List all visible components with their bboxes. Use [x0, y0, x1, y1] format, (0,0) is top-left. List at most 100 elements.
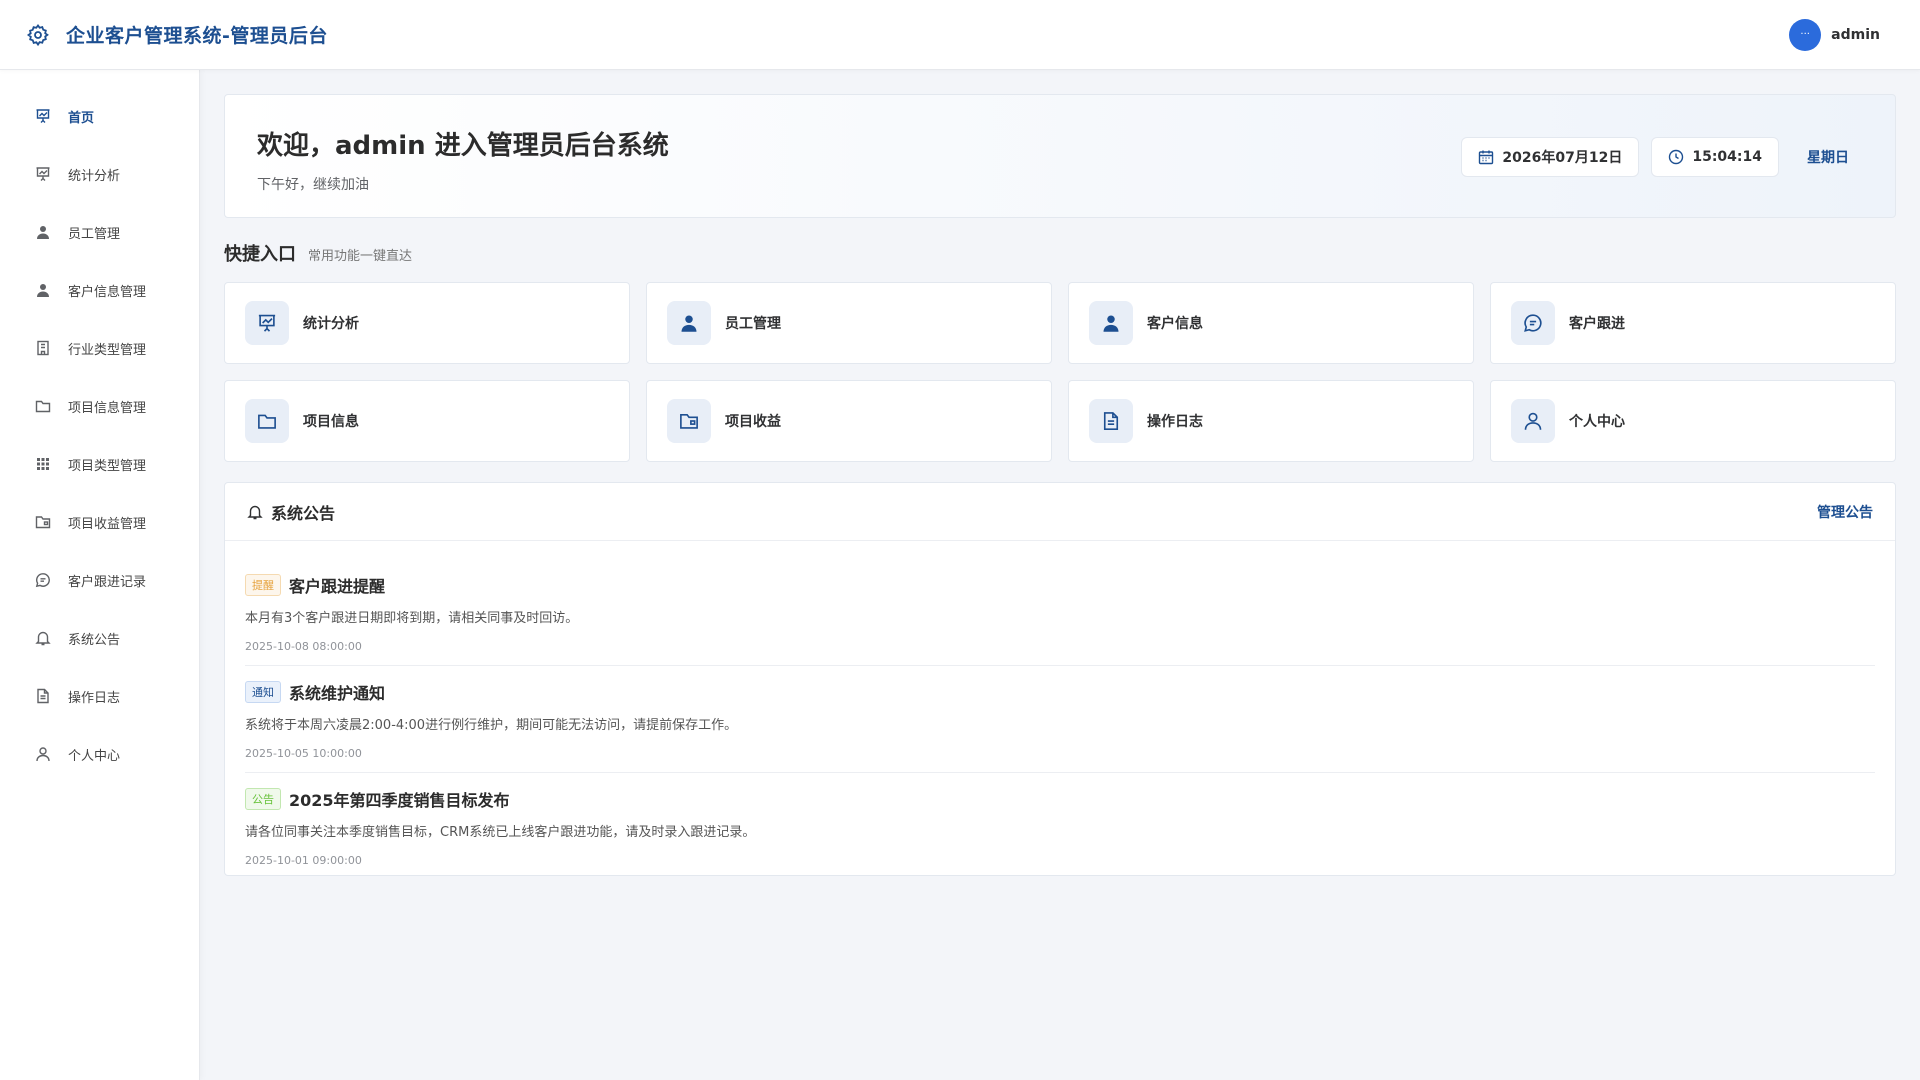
sidebar-item-project-types[interactable]: 项目类型管理: [0, 435, 199, 493]
user-outline-icon: [1511, 399, 1555, 443]
quick-card-operation-log[interactable]: 操作日志: [1068, 380, 1474, 462]
quick-card-label: 项目信息: [303, 414, 359, 430]
sidebar-item-industry-types[interactable]: 行业类型管理: [0, 319, 199, 377]
sidebar-item-label: 操作日志: [68, 690, 121, 706]
time-pill: 15:04:14: [1651, 137, 1779, 177]
sidebar-item-announcements[interactable]: 系统公告: [0, 609, 199, 667]
announcement-time: 2025-10-01 09:00:00: [245, 854, 362, 867]
building-icon: [34, 339, 52, 357]
manage-announcements-link[interactable]: 管理公告: [1817, 502, 1873, 522]
main-content: 欢迎，admin 进入管理员后台系统 下午好，继续加油 2026年07月12日 …: [224, 94, 1896, 876]
sidebar-item-profile[interactable]: 个人中心: [0, 725, 199, 783]
quick-card-projects[interactable]: 项目信息: [224, 380, 630, 462]
sidebar-item-label: 行业类型管理: [68, 342, 147, 358]
quick-card-employees[interactable]: 员工管理: [646, 282, 1052, 364]
username[interactable]: admin: [1831, 27, 1880, 43]
quick-entry-header: 快捷入口 常用功能一键直达: [224, 240, 1896, 266]
announcement-title: 2025年第四季度销售目标发布: [289, 791, 510, 810]
quick-card-label: 统计分析: [303, 316, 359, 332]
sidebar-item-follow-up[interactable]: 客户跟进记录: [0, 551, 199, 609]
quick-card-label: 操作日志: [1147, 414, 1203, 430]
quick-card-label: 个人中心: [1569, 414, 1625, 430]
sidebar-item-projects[interactable]: 项目信息管理: [0, 377, 199, 435]
sidebar-item-label: 系统公告: [68, 632, 121, 648]
sidebar-item-label: 项目收益管理: [68, 516, 147, 532]
announcement-item[interactable]: 公告 2025年第四季度销售目标发布 请各位同事关注本季度销售目标，CRM系统已…: [245, 773, 1875, 879]
folder-icon: [34, 397, 52, 415]
bell-icon: [247, 504, 263, 520]
presentation-chart-icon: [34, 165, 52, 183]
announcement-tag: 提醒: [245, 574, 281, 596]
app-title: 企业客户管理系统-管理员后台: [66, 25, 328, 47]
announcement-item[interactable]: 通知 系统维护通知 系统将于本周六凌晨2:00-4:00进行例行维护，期间可能无…: [245, 666, 1875, 773]
date-pill: 2026年07月12日: [1461, 137, 1640, 177]
sidebar-item-label: 个人中心: [68, 748, 121, 764]
quick-card-label: 项目收益: [725, 414, 781, 430]
sidebar-item-label: 员工管理: [68, 226, 121, 242]
announcements-title: 系统公告: [271, 503, 336, 523]
announcement-desc: 请各位同事关注本季度销售目标，CRM系统已上线客户跟进功能，请及时录入跟进记录。: [245, 825, 756, 840]
avatar[interactable]: ···: [1789, 18, 1822, 51]
calendar-icon: [1478, 149, 1494, 165]
welcome-subtitle: 下午好，继续加油: [257, 177, 369, 193]
chat-icon: [34, 571, 52, 589]
time-text: 15:04:14: [1692, 149, 1762, 165]
clock-icon: [1668, 149, 1684, 165]
bell-icon: [34, 629, 52, 647]
gear-icon: [24, 21, 52, 49]
sidebar-item-employees[interactable]: 员工管理: [0, 203, 199, 261]
quick-card-profile[interactable]: 个人中心: [1490, 380, 1896, 462]
sidebar-item-label: 项目类型管理: [68, 458, 147, 474]
grid-icon: [34, 455, 52, 473]
sidebar-item-label: 首页: [68, 110, 95, 126]
folder-icon: [245, 399, 289, 443]
user-menu[interactable]: ··· admin: [1789, 18, 1880, 51]
document-icon: [34, 687, 52, 705]
presentation-chart-icon: [34, 107, 52, 125]
quick-card-customers[interactable]: 客户信息: [1068, 282, 1474, 364]
welcome-banner: 欢迎，admin 进入管理员后台系统 下午好，继续加油 2026年07月12日 …: [224, 94, 1896, 218]
user-icon: [1089, 301, 1133, 345]
user-outline-icon: [34, 745, 52, 763]
announcement-title: 系统维护通知: [289, 684, 386, 703]
quick-entry-grid: 统计分析 员工管理 客户信息 客户跟进 项目信息 项目收益 操作日志 个人中心: [224, 282, 1896, 462]
quick-entry-subtitle: 常用功能一键直达: [308, 249, 413, 264]
sidebar-item-customers[interactable]: 客户信息管理: [0, 261, 199, 319]
sidebar-item-label: 客户跟进记录: [68, 574, 147, 590]
document-icon: [1089, 399, 1133, 443]
announcement-tag: 公告: [245, 788, 281, 810]
announcement-time: 2025-10-05 10:00:00: [245, 747, 362, 760]
quick-card-project-revenue[interactable]: 项目收益: [646, 380, 1052, 462]
quick-card-statistics[interactable]: 统计分析: [224, 282, 630, 364]
quick-card-follow-up[interactable]: 客户跟进: [1490, 282, 1896, 364]
quick-card-label: 客户信息: [1147, 316, 1203, 332]
sidebar-item-operation-log[interactable]: 操作日志: [0, 667, 199, 725]
presentation-chart-icon: [245, 301, 289, 345]
quick-card-label: 客户跟进: [1569, 316, 1625, 332]
weekday-text: 星期日: [1807, 150, 1849, 166]
announcements-panel: 系统公告 管理公告 提醒 客户跟进提醒 本月有3个客户跟进日期即将到期，请相关同…: [224, 482, 1896, 876]
sidebar-item-project-revenue[interactable]: 项目收益管理: [0, 493, 199, 551]
datetime-group: 2026年07月12日 15:04:14 星期日: [1461, 137, 1861, 177]
date-text: 2026年07月12日: [1502, 150, 1623, 166]
chat-icon: [1511, 301, 1555, 345]
user-icon: [34, 223, 52, 241]
sidebar: 首页 统计分析 员工管理 客户信息管理 行业类型管理 项目信息管理 项目类型管理…: [0, 70, 200, 1080]
sidebar-item-statistics[interactable]: 统计分析: [0, 145, 199, 203]
announcement-time: 2025-10-08 08:00:00: [245, 640, 362, 653]
announcement-title: 客户跟进提醒: [289, 577, 386, 596]
quick-entry-title: 快捷入口: [224, 244, 296, 265]
quick-card-label: 员工管理: [725, 316, 781, 332]
announcements-header: 系统公告 管理公告: [225, 483, 1895, 541]
user-icon: [34, 281, 52, 299]
announcement-tag: 通知: [245, 681, 281, 703]
top-header: 企业客户管理系统-管理员后台 ··· admin: [0, 0, 1920, 70]
announcement-desc: 系统将于本周六凌晨2:00-4:00进行例行维护，期间可能无法访问，请提前保存工…: [245, 718, 738, 733]
announcement-desc: 本月有3个客户跟进日期即将到期，请相关同事及时回访。: [245, 611, 579, 626]
sidebar-item-home[interactable]: 首页: [0, 87, 199, 145]
sidebar-item-label: 项目信息管理: [68, 400, 147, 416]
sidebar-item-label: 统计分析: [68, 168, 121, 184]
announcement-item[interactable]: 提醒 客户跟进提醒 本月有3个客户跟进日期即将到期，请相关同事及时回访。 202…: [245, 559, 1875, 666]
wallet-folder-icon: [667, 399, 711, 443]
wallet-folder-icon: [34, 513, 52, 531]
